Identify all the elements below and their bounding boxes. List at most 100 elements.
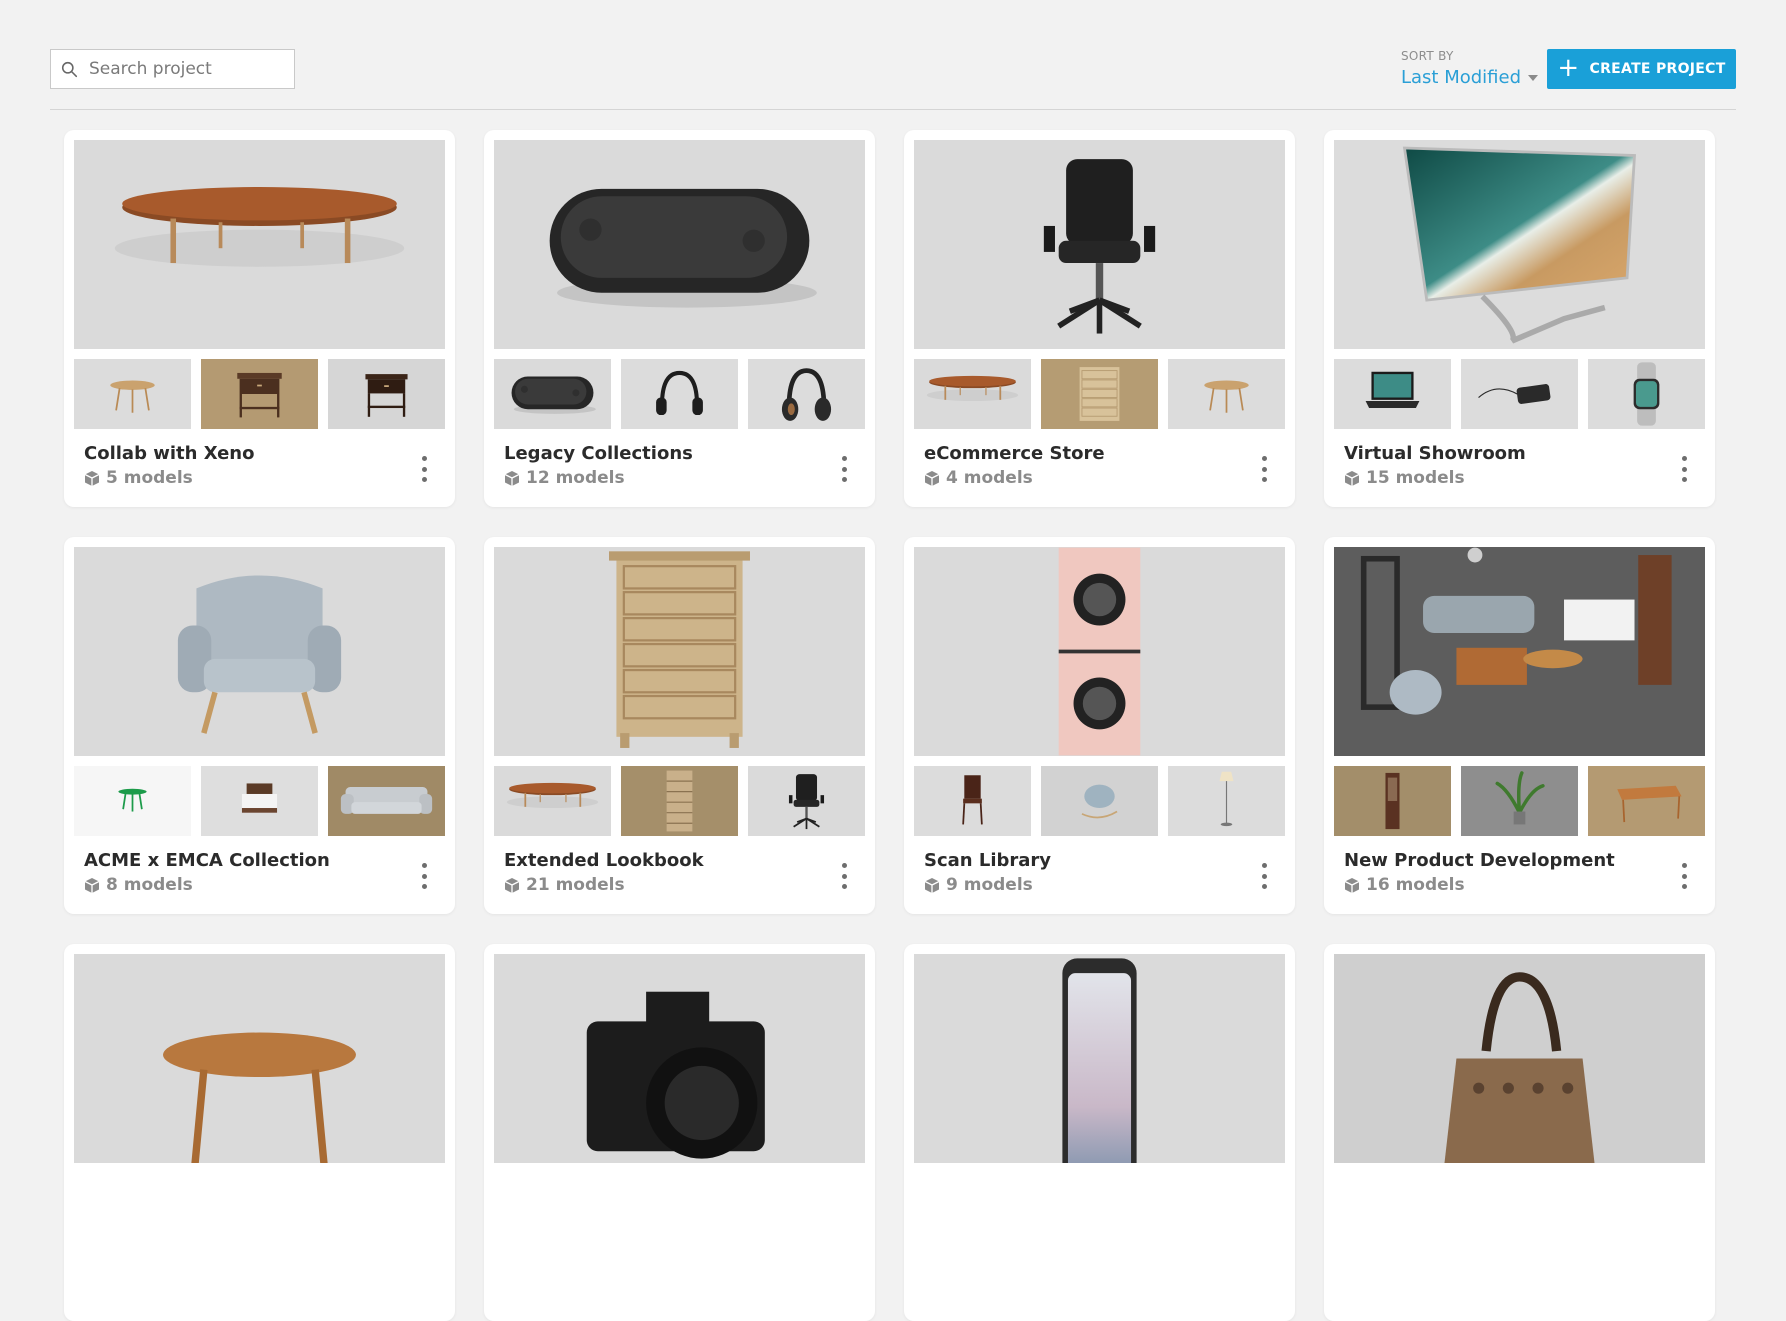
project-hero-image[interactable] (494, 547, 865, 756)
model-thumbnail[interactable] (201, 359, 318, 429)
model-thumbnail[interactable] (1334, 766, 1451, 836)
sort-value: Last Modified (1401, 67, 1522, 88)
model-count-text: 21 models (526, 875, 625, 895)
model-count: 12 models (504, 468, 625, 488)
more-options-icon[interactable] (1254, 860, 1274, 892)
project-card[interactable]: eCommerce Store 4 models (904, 130, 1295, 507)
model-thumbnail[interactable] (1588, 359, 1705, 429)
model-thumbnail[interactable] (1461, 359, 1578, 429)
cube-icon (1344, 470, 1360, 486)
project-card[interactable] (904, 944, 1295, 1321)
model-thumbnail[interactable] (621, 359, 738, 429)
model-thumbnail[interactable] (914, 359, 1031, 429)
model-count-text: 16 models (1366, 875, 1465, 895)
project-hero-image[interactable] (914, 140, 1285, 349)
project-card[interactable]: New Product Development 16 models (1324, 537, 1715, 914)
cube-icon (504, 877, 520, 893)
project-card[interactable] (64, 944, 455, 1321)
model-thumbnail[interactable] (1588, 766, 1705, 836)
model-thumbnail[interactable] (494, 359, 611, 429)
project-title: Scan Library (924, 850, 1052, 871)
model-thumbnail[interactable] (74, 766, 191, 836)
project-card[interactable]: ACME x EMCA Collection 8 models (64, 537, 455, 914)
project-hero-image[interactable] (914, 547, 1285, 756)
model-count: 21 models (504, 875, 625, 895)
model-thumbnail[interactable] (914, 766, 1031, 836)
sort-dropdown[interactable]: Last Modified (1401, 67, 1541, 88)
search-icon (61, 61, 78, 77)
sort-caption: SORT BY (1401, 49, 1454, 63)
model-count-text: 8 models (106, 875, 193, 895)
model-thumbnail[interactable] (1334, 359, 1451, 429)
project-hero-image[interactable] (74, 547, 445, 756)
model-count-text: 5 models (106, 468, 193, 488)
model-thumbnail[interactable] (1041, 359, 1158, 429)
model-count-text: 9 models (946, 875, 1033, 895)
model-thumbnail[interactable] (621, 766, 738, 836)
model-thumbnail[interactable] (1168, 766, 1285, 836)
more-options-icon[interactable] (414, 860, 434, 892)
project-title: Collab with Xeno (84, 443, 255, 464)
cube-icon (504, 470, 520, 486)
cube-icon (84, 470, 100, 486)
model-count: 8 models (84, 875, 193, 895)
plus-icon: + (1557, 52, 1580, 83)
project-hero-image[interactable] (494, 954, 865, 1163)
project-card[interactable]: Legacy Collections 12 models (484, 130, 875, 507)
project-title: Extended Lookbook (504, 850, 704, 871)
project-card[interactable]: Scan Library 9 models (904, 537, 1295, 914)
model-thumbnail[interactable] (1461, 766, 1578, 836)
project-hero-image[interactable] (494, 140, 865, 349)
create-project-button[interactable]: + CREATE PROJECT (1547, 49, 1736, 89)
model-thumbnail[interactable] (748, 766, 865, 836)
more-options-icon[interactable] (834, 860, 854, 892)
model-thumbnail[interactable] (1168, 359, 1285, 429)
cube-icon (84, 877, 100, 893)
cube-icon (924, 470, 940, 486)
model-count: 15 models (1344, 468, 1465, 488)
cube-icon (1344, 877, 1360, 893)
model-count: 16 models (1344, 875, 1465, 895)
search-box[interactable] (50, 49, 295, 89)
cube-icon (924, 877, 940, 893)
more-options-icon[interactable] (414, 453, 434, 485)
project-title: eCommerce Store (924, 443, 1105, 464)
more-options-icon[interactable] (1674, 860, 1694, 892)
toolbar: SORT BY Last Modified + CREATE PROJECT (50, 0, 1736, 110)
project-card[interactable] (484, 944, 875, 1321)
project-card[interactable]: Extended Lookbook 21 models (484, 537, 875, 914)
project-title: ACME x EMCA Collection (84, 850, 330, 871)
create-project-label: CREATE PROJECT (1589, 61, 1726, 77)
project-hero-image[interactable] (74, 954, 445, 1163)
project-title: New Product Development (1344, 850, 1615, 871)
project-card[interactable]: Collab with Xeno 5 models (64, 130, 455, 507)
project-hero-image[interactable] (1334, 954, 1705, 1163)
model-count-text: 12 models (526, 468, 625, 488)
sort-control[interactable]: SORT BY Last Modified (1401, 49, 1541, 88)
model-count: 5 models (84, 468, 193, 488)
model-thumbnail[interactable] (328, 359, 445, 429)
caret-down-icon (1528, 74, 1539, 81)
project-hero-image[interactable] (74, 140, 445, 349)
search-input[interactable] (87, 58, 287, 80)
project-card[interactable] (1324, 944, 1715, 1321)
model-count: 4 models (924, 468, 1033, 488)
model-thumbnail[interactable] (1041, 766, 1158, 836)
model-thumbnail[interactable] (328, 766, 445, 836)
project-hero-image[interactable] (914, 954, 1285, 1163)
project-card[interactable]: Virtual Showroom 15 models (1324, 130, 1715, 507)
model-count: 9 models (924, 875, 1033, 895)
project-hero-image[interactable] (1334, 140, 1705, 349)
more-options-icon[interactable] (1254, 453, 1274, 485)
model-thumbnail[interactable] (748, 359, 865, 429)
model-count-text: 4 models (946, 468, 1033, 488)
project-title: Legacy Collections (504, 443, 693, 464)
model-thumbnail[interactable] (74, 359, 191, 429)
model-thumbnail[interactable] (201, 766, 318, 836)
model-count-text: 15 models (1366, 468, 1465, 488)
more-options-icon[interactable] (1674, 453, 1694, 485)
model-thumbnail[interactable] (494, 766, 611, 836)
project-title: Virtual Showroom (1344, 443, 1526, 464)
more-options-icon[interactable] (834, 453, 854, 485)
project-hero-image[interactable] (1334, 547, 1705, 756)
